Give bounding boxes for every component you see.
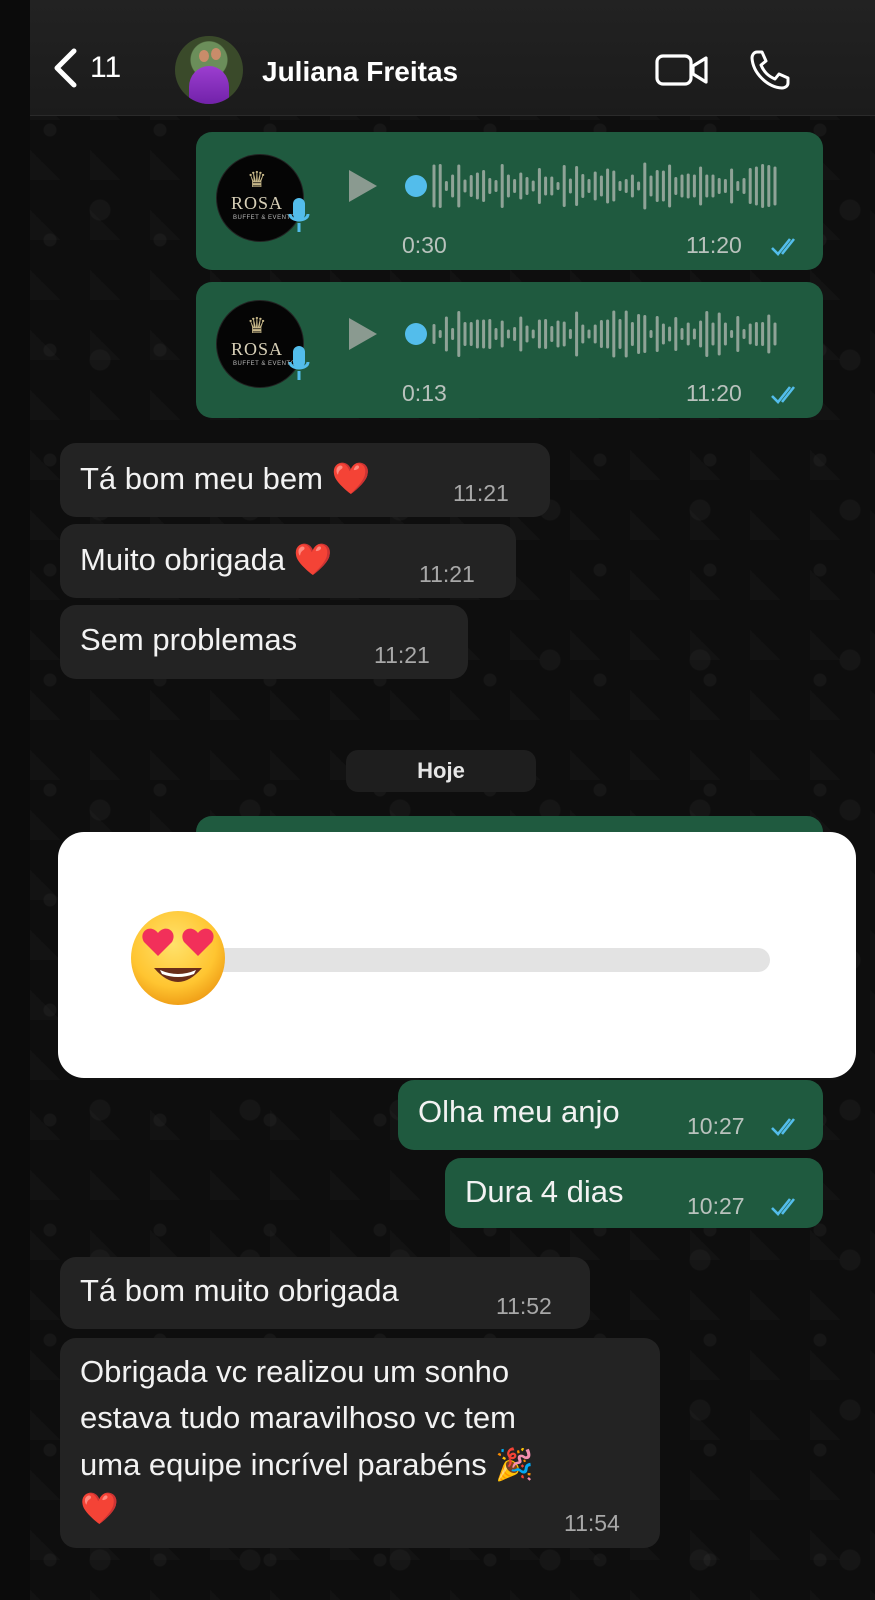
voice-duration: 0:13 (402, 380, 447, 406)
play-icon[interactable] (346, 168, 380, 204)
message-time: 11:21 (374, 642, 430, 668)
video-call-button[interactable] (655, 52, 709, 93)
back-button[interactable]: 11 (52, 48, 121, 88)
incoming-message[interactable]: Sem problemas 11:21 (60, 605, 468, 679)
message-time: 11:21 (453, 480, 509, 506)
message-text: Sem problemas (80, 622, 298, 657)
unread-count: 11 (90, 51, 122, 84)
voice-call-button[interactable] (748, 48, 792, 97)
voice-duration: 0:30 (402, 232, 447, 258)
message-text: Tá bom muito obrigada (80, 1273, 399, 1308)
video-camera-icon (655, 54, 708, 86)
message-time: 11:20 (686, 232, 742, 258)
message-text-line: Obrigada vc realizou um sonho (80, 1354, 510, 1389)
read-receipt-icon (771, 1118, 796, 1136)
message-text: Dura 4 dias (465, 1174, 624, 1209)
outgoing-message[interactable]: Olha meu anjo 10:27 (398, 1080, 823, 1150)
waveform[interactable] (404, 306, 794, 362)
message-text: Muito obrigada ❤️ (80, 542, 333, 577)
chat-screen: 11 Juliana Freitas ♛ ROSA BUFFET & EVENT… (30, 0, 875, 1600)
message-time: 10:27 (687, 1113, 745, 1139)
message-time: 11:21 (419, 561, 475, 587)
message-text: Olha meu anjo (418, 1094, 620, 1129)
message-time: 11:52 (496, 1293, 552, 1319)
message-time: 11:20 (686, 380, 742, 406)
play-icon[interactable] (346, 316, 380, 352)
message-text-line: ❤️ (80, 1491, 119, 1526)
read-receipt-icon (771, 238, 796, 256)
chat-header: 11 Juliana Freitas (30, 0, 875, 116)
incoming-message[interactable]: Muito obrigada ❤️ 11:21 (60, 524, 516, 598)
phone-icon (750, 50, 790, 90)
crown-icon: ♛ (247, 313, 267, 338)
read-receipt-icon (771, 386, 796, 404)
read-receipt-icon (771, 1198, 796, 1216)
chevron-left-icon (54, 48, 77, 88)
crown-icon: ♛ (247, 167, 267, 192)
incoming-message[interactable]: Tá bom meu bem ❤️ 11:21 (60, 443, 550, 517)
message-text-line: estava tudo maravilhoso vc tem (80, 1400, 516, 1435)
slider-track[interactable] (148, 948, 770, 972)
heart-eyes-emoji-icon[interactable] (128, 908, 228, 1008)
contact-name[interactable]: Juliana Freitas (262, 56, 458, 88)
message-time: 10:27 (687, 1193, 745, 1219)
message-time: 11:54 (564, 1510, 620, 1536)
voice-message[interactable]: ♛ ROSA BUFFET & EVENTOS 0:30 11:20 (196, 132, 823, 270)
message-text-line: uma equipe incrível parabéns 🎉 (80, 1447, 534, 1482)
microphone-icon (288, 346, 310, 380)
outgoing-message[interactable]: Dura 4 dias 10:27 (445, 1158, 823, 1228)
incoming-message[interactable]: Obrigada vc realizou um sonho estava tud… (60, 1338, 660, 1548)
message-text: Tá bom meu bem ❤️ (80, 461, 371, 496)
waveform[interactable] (404, 158, 794, 214)
microphone-icon (288, 198, 310, 232)
day-separator: Hoje (346, 750, 536, 792)
voice-message[interactable]: ♛ ROSA BUFFET & EVENTOS 0:13 11:20 (196, 282, 823, 418)
incoming-message[interactable]: Tá bom muito obrigada 11:52 (60, 1257, 590, 1329)
emoji-slider-sticker[interactable] (58, 832, 856, 1078)
contact-avatar[interactable] (175, 36, 243, 104)
